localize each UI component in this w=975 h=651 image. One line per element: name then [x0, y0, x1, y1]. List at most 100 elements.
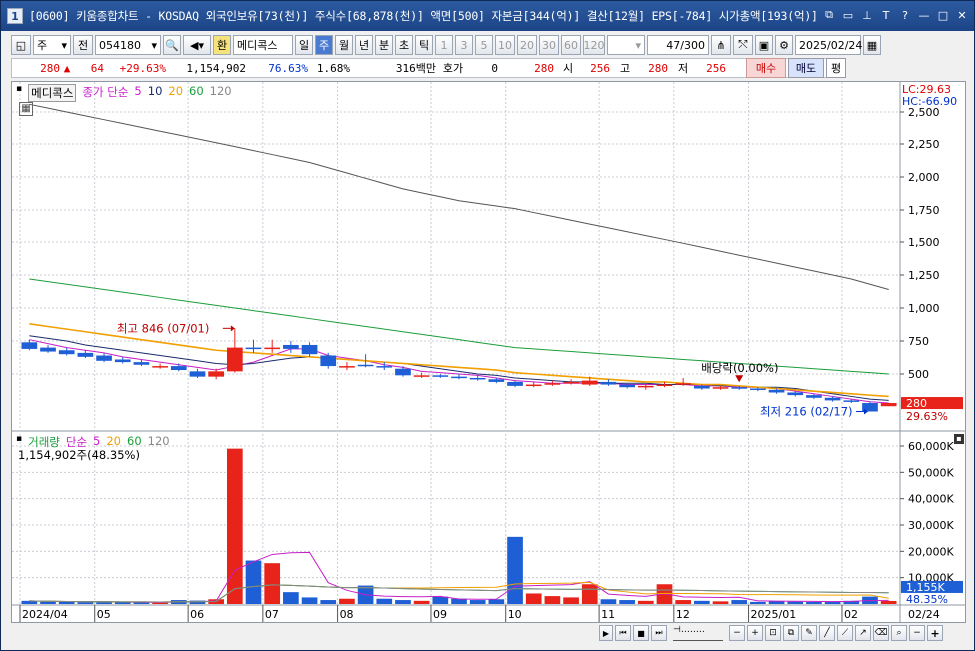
- draw-icon[interactable]: ✎: [801, 625, 817, 641]
- interval-30[interactable]: 30: [539, 35, 559, 55]
- jump-end-icon[interactable]: ⏭: [651, 625, 667, 641]
- period-day[interactable]: 일: [295, 35, 313, 55]
- panel-toggle-icon[interactable]: ▪: [16, 84, 22, 102]
- ma10-label: 10: [147, 84, 163, 98]
- period-minute[interactable]: 분: [375, 35, 393, 55]
- interval-1[interactable]: 1: [435, 35, 453, 55]
- currency-button[interactable]: 환: [213, 35, 231, 55]
- period-week[interactable]: 주: [315, 35, 333, 55]
- interval-60[interactable]: 60: [561, 35, 581, 55]
- low-annotation: 최저 216 (02/17): [760, 404, 853, 418]
- speaker-icon[interactable]: ◀▾: [183, 35, 211, 55]
- chart-bg: [12, 82, 965, 622]
- ma60-label: 60: [189, 84, 204, 98]
- panel-grid-icon[interactable]: ▦: [19, 102, 33, 116]
- interval-120[interactable]: 120: [583, 35, 605, 55]
- last-price-label: 280: [906, 397, 927, 410]
- interval-10[interactable]: 10: [495, 35, 515, 55]
- font-icon[interactable]: T: [878, 7, 894, 23]
- market-value: 주: [37, 39, 48, 52]
- hoga-value: 0: [491, 61, 498, 75]
- gear-icon[interactable]: ⚙: [775, 35, 793, 55]
- interval-20[interactable]: 20: [517, 35, 537, 55]
- candle-body: [731, 387, 748, 389]
- interval-select[interactable]: ▾: [607, 35, 645, 55]
- volume-bar: [731, 600, 748, 604]
- jump-start-icon[interactable]: ⏮: [615, 625, 631, 641]
- plus-icon[interactable]: +: [927, 625, 943, 641]
- average-button[interactable]: 평: [826, 58, 846, 78]
- ma-label: 종가 단순: [82, 85, 129, 99]
- window-icon[interactable]: ▭: [840, 7, 856, 23]
- zoom-in-icon[interactable]: +: [747, 625, 763, 641]
- search-icon[interactable]: 🔍: [163, 35, 181, 55]
- maximize-icon[interactable]: □: [935, 7, 951, 23]
- period-tick[interactable]: 틱: [415, 35, 433, 55]
- scroll-right-icon[interactable]: ▶: [599, 625, 613, 641]
- period-year[interactable]: 년: [355, 35, 373, 55]
- magnify-icon[interactable]: ⌕: [891, 625, 907, 641]
- volume-bar: [245, 560, 262, 604]
- arrow-icon[interactable]: ↗: [855, 625, 871, 641]
- y-tick-label: 1,000: [908, 302, 940, 315]
- calendar-icon[interactable]: ▦: [863, 35, 881, 55]
- save-icon[interactable]: ▣: [755, 35, 773, 55]
- interval-3[interactable]: 3: [455, 35, 473, 55]
- candle-icon[interactable]: ⋔: [711, 35, 731, 55]
- layout-icon[interactable]: ◱: [11, 35, 31, 55]
- price-panel-name[interactable]: 메디콕스: [28, 84, 77, 102]
- help-icon[interactable]: ?: [897, 7, 913, 23]
- candle-body: [469, 377, 486, 380]
- trend-icon[interactable]: ⟋: [837, 625, 853, 641]
- volume-bar: [40, 601, 56, 604]
- line-icon[interactable]: ╱: [819, 625, 835, 641]
- count-field[interactable]: 47/300: [647, 35, 709, 55]
- pin-icon[interactable]: ⊥: [859, 7, 875, 23]
- candle-body: [133, 362, 150, 365]
- date-field[interactable]: 2025/02/24: [795, 35, 862, 55]
- candle-body: [114, 359, 131, 363]
- period-second[interactable]: 초: [395, 35, 413, 55]
- chart-area[interactable]: 최고 846 (07/01) 배당락(0.00%) 최저 216 (02/17) 2…: [11, 81, 966, 623]
- prev-button[interactable]: 전: [73, 35, 93, 55]
- status-bar: ▶ ⏮ ■ ⏭ ⊣‥‥‥‥ − + ⊡ ⧉ ✎ ╱ ⟋ ↗ ⌫ ⌕ − +: [11, 625, 966, 643]
- candle-body: [283, 344, 299, 349]
- volume-bar: [395, 600, 411, 604]
- y-tick-label: 500: [908, 368, 929, 381]
- close-icon[interactable]: ✕: [954, 7, 970, 23]
- window-number[interactable]: 1: [7, 8, 23, 24]
- minimize-icon[interactable]: —: [916, 7, 932, 23]
- erase-icon[interactable]: ⌫: [873, 625, 889, 641]
- minus-icon[interactable]: −: [909, 625, 925, 641]
- cross-icon[interactable]: ⤲: [733, 35, 753, 55]
- volume-bar: [376, 598, 393, 604]
- x-tick-label: 07: [265, 608, 279, 621]
- volume-bar: [226, 448, 243, 604]
- zoom-slider[interactable]: ⊣‥‥‥‥: [673, 625, 723, 641]
- up-arrow-icon: ▲: [63, 61, 71, 75]
- period-month[interactable]: 월: [335, 35, 353, 55]
- y-tick-label: 750: [908, 335, 929, 348]
- interval-5[interactable]: 5: [475, 35, 493, 55]
- volume-tick-label: 50,000K: [908, 466, 954, 479]
- zoom-out-icon[interactable]: −: [729, 625, 745, 641]
- market-select[interactable]: 주 ▾: [33, 35, 71, 55]
- chart-svg[interactable]: 최고 846 (07/01) 배당락(0.00%) 최저 216 (02/17) 2…: [12, 82, 965, 622]
- ma20-label: 20: [168, 84, 184, 98]
- pattern-icon[interactable]: ⊡: [765, 625, 781, 641]
- candle-body: [152, 366, 168, 368]
- y-tick-label: 2,250: [908, 138, 940, 151]
- link-icon[interactable]: ⧉: [821, 7, 837, 23]
- candle-body: [413, 375, 430, 377]
- stop-icon[interactable]: ■: [633, 625, 649, 641]
- volume-bar: [96, 602, 112, 604]
- copy-icon[interactable]: ⧉: [783, 625, 799, 641]
- code-input[interactable]: 054180 ▾: [95, 35, 161, 55]
- volume-bar: [525, 593, 542, 604]
- volume-bar: [581, 584, 598, 604]
- volume-bar: [413, 600, 430, 604]
- current-price: 280: [40, 61, 60, 75]
- volume-panel-close-icon[interactable]: ▪: [954, 434, 964, 444]
- buy-button[interactable]: 매수: [746, 58, 786, 78]
- sell-button[interactable]: 매도: [788, 58, 824, 78]
